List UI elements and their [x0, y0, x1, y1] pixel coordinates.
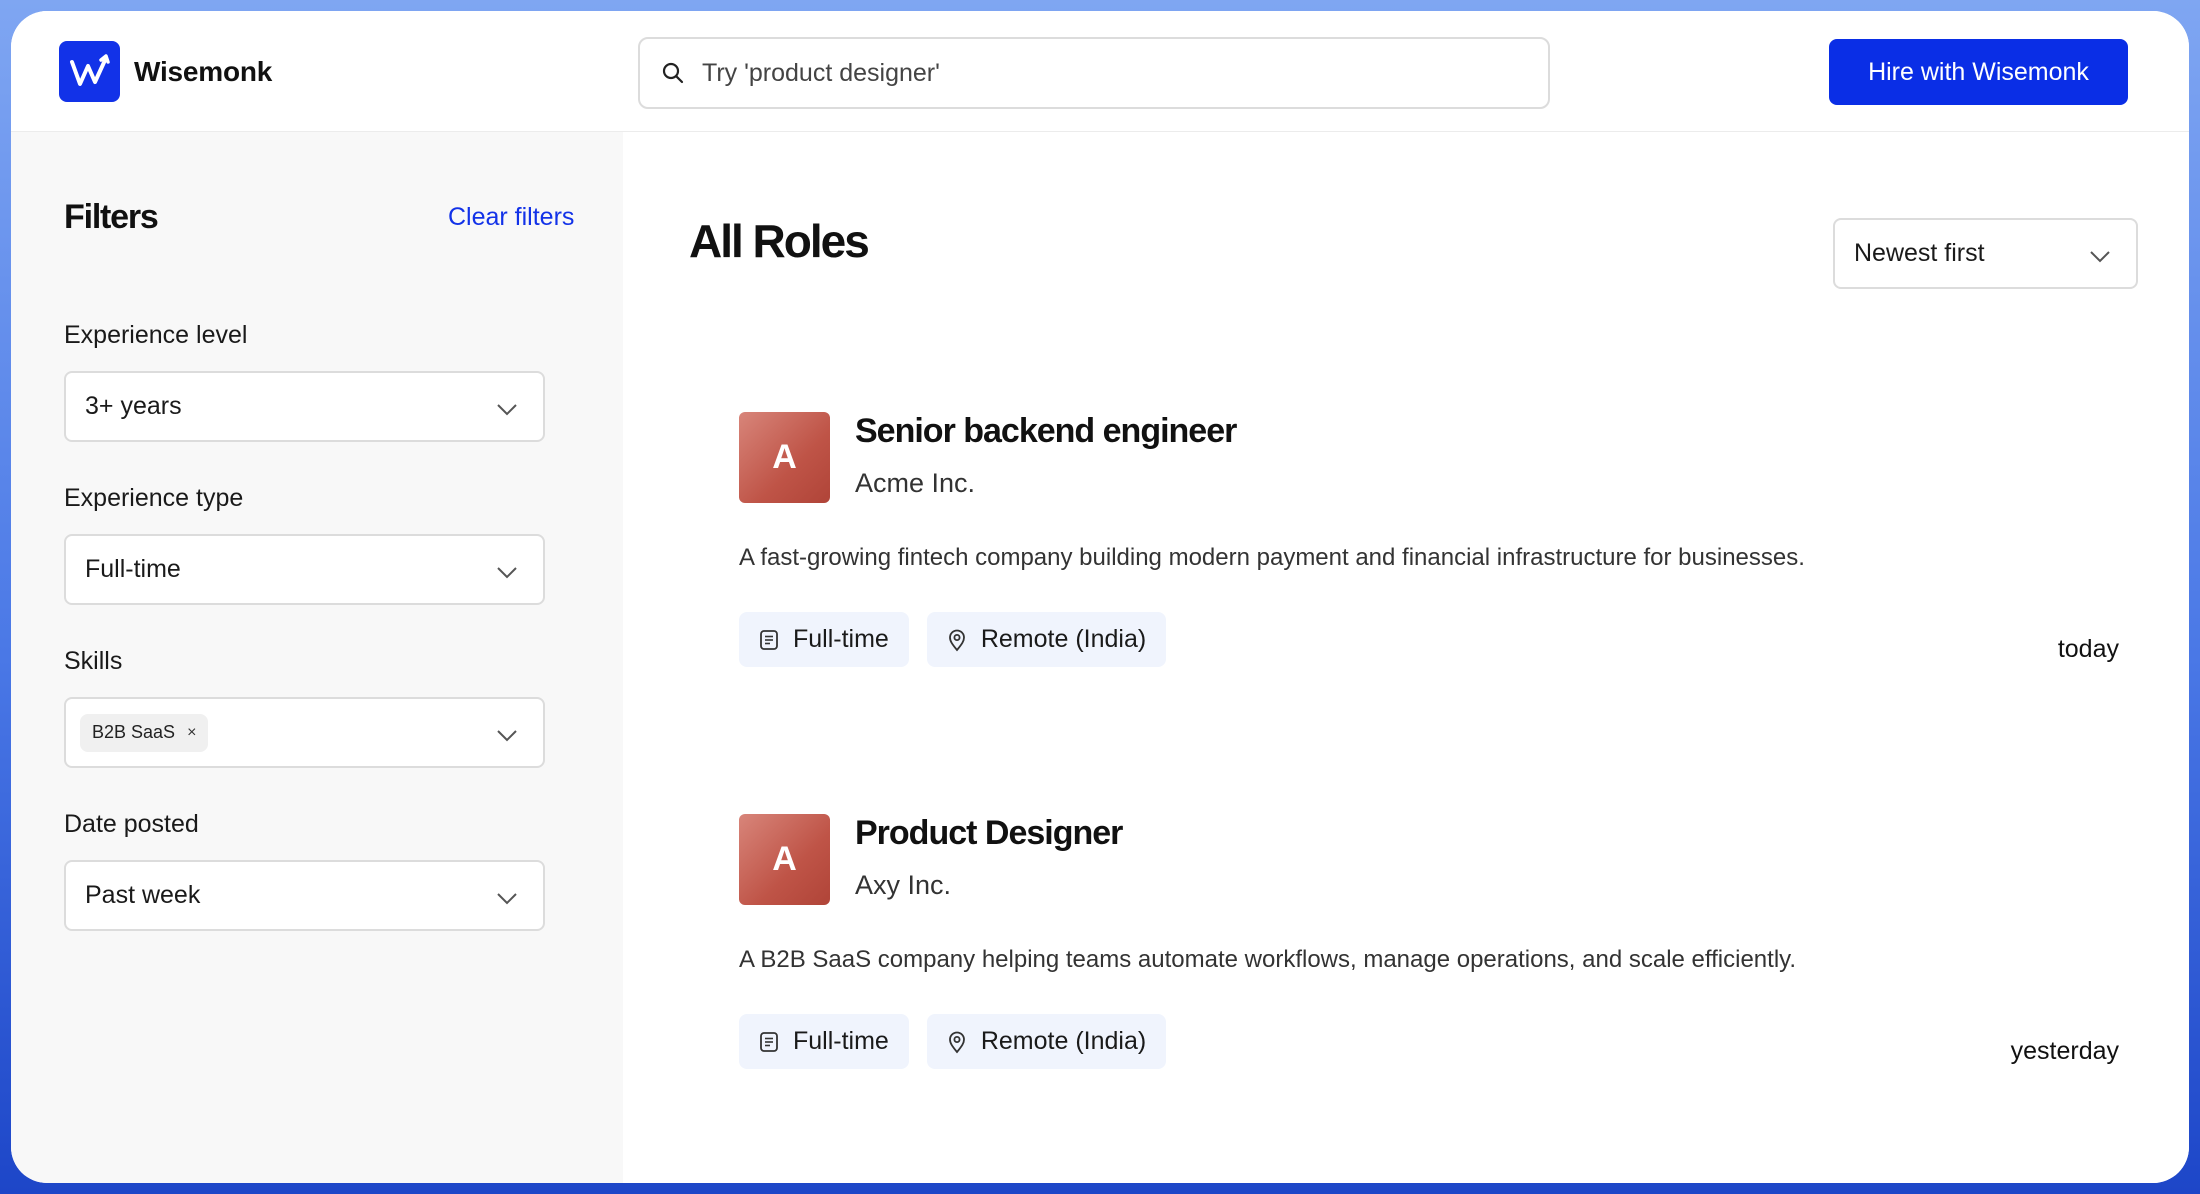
role-description: A fast-growing fintech company building … — [739, 544, 1805, 571]
search-bar[interactable] — [638, 37, 1550, 109]
hire-with-wisemonk-button[interactable]: Hire with Wisemonk — [1829, 39, 2128, 105]
role-tags: Full-time Remote (India) — [739, 612, 1184, 667]
company-avatar: A — [739, 814, 830, 905]
top-header: Wisemonk Hire with Wisemonk — [11, 11, 2189, 132]
chevron-down-icon — [497, 893, 517, 905]
chevron-down-icon — [2090, 251, 2110, 263]
employment-type-label: Full-time — [793, 1027, 889, 1055]
date-posted-value: Past week — [85, 881, 201, 909]
location-pin-icon — [945, 628, 969, 652]
skill-chip: B2B SaaS × — [80, 713, 209, 752]
roles-main: All Roles Newest first A Senior backend … — [623, 132, 2189, 1183]
brand-logo[interactable]: Wisemonk — [59, 41, 272, 102]
company-name: Acme Inc. — [855, 468, 976, 498]
company-avatar: A — [739, 412, 830, 503]
experience-level-value: 3+ years — [85, 392, 182, 420]
experience-type-label: Experience type — [64, 484, 244, 512]
date-posted-select[interactable]: Past week — [64, 860, 545, 931]
date-posted-label: Date posted — [64, 810, 199, 838]
posted-date: today — [2057, 635, 2119, 663]
role-description: A B2B SaaS company helping teams automat… — [739, 946, 1797, 973]
chevron-down-icon — [497, 404, 517, 416]
role-tags: Full-time Remote (India) — [739, 1014, 1184, 1069]
location-tag: Remote (India) — [926, 1014, 1167, 1069]
wisemonk-logo-icon — [59, 41, 120, 102]
experience-type-value: Full-time — [85, 555, 181, 583]
sort-value: Newest first — [1854, 239, 1985, 267]
employment-type-tag: Full-time — [739, 1014, 909, 1069]
page-title: All Roles — [689, 215, 870, 267]
experience-type-select[interactable]: Full-time — [64, 534, 545, 605]
sort-select[interactable]: Newest first — [1833, 218, 2138, 289]
skills-label: Skills — [64, 647, 123, 675]
location-tag: Remote (India) — [926, 612, 1167, 667]
role-title[interactable]: Senior backend engineer — [855, 412, 1237, 451]
role-card[interactable]: A Product Designer Axy Inc. A B2B SaaS c… — [739, 814, 2119, 1094]
role-card[interactable]: A Senior backend engineer Acme Inc. A fa… — [739, 412, 2119, 692]
filters-title: Filters — [64, 198, 159, 236]
search-icon — [662, 60, 688, 86]
document-icon — [757, 1030, 781, 1054]
close-icon[interactable]: × — [187, 724, 196, 742]
location-label: Remote (India) — [980, 1027, 1147, 1055]
role-title[interactable]: Product Designer — [855, 814, 1123, 853]
document-icon — [757, 628, 781, 652]
skill-chip-label: B2B SaaS — [92, 722, 176, 742]
filters-sidebar: Filters Clear filters Experience level 3… — [11, 132, 623, 1183]
location-label: Remote (India) — [980, 625, 1147, 653]
app-window: Wisemonk Hire with Wisemonk Filters Clea… — [11, 11, 2189, 1183]
company-name: Axy Inc. — [855, 870, 952, 900]
clear-filters-link[interactable]: Clear filters — [448, 203, 574, 232]
experience-level-select[interactable]: 3+ years — [64, 371, 545, 442]
location-pin-icon — [945, 1030, 969, 1054]
posted-date: yesterday — [2010, 1037, 2119, 1065]
chevron-down-icon — [497, 567, 517, 579]
skills-select[interactable]: B2B SaaS × — [64, 697, 545, 768]
employment-type-tag: Full-time — [739, 612, 909, 667]
experience-level-label: Experience level — [64, 321, 248, 349]
search-input[interactable] — [702, 58, 1522, 88]
brand-name: Wisemonk — [134, 55, 273, 87]
chevron-down-icon — [497, 730, 517, 742]
employment-type-label: Full-time — [793, 625, 889, 653]
